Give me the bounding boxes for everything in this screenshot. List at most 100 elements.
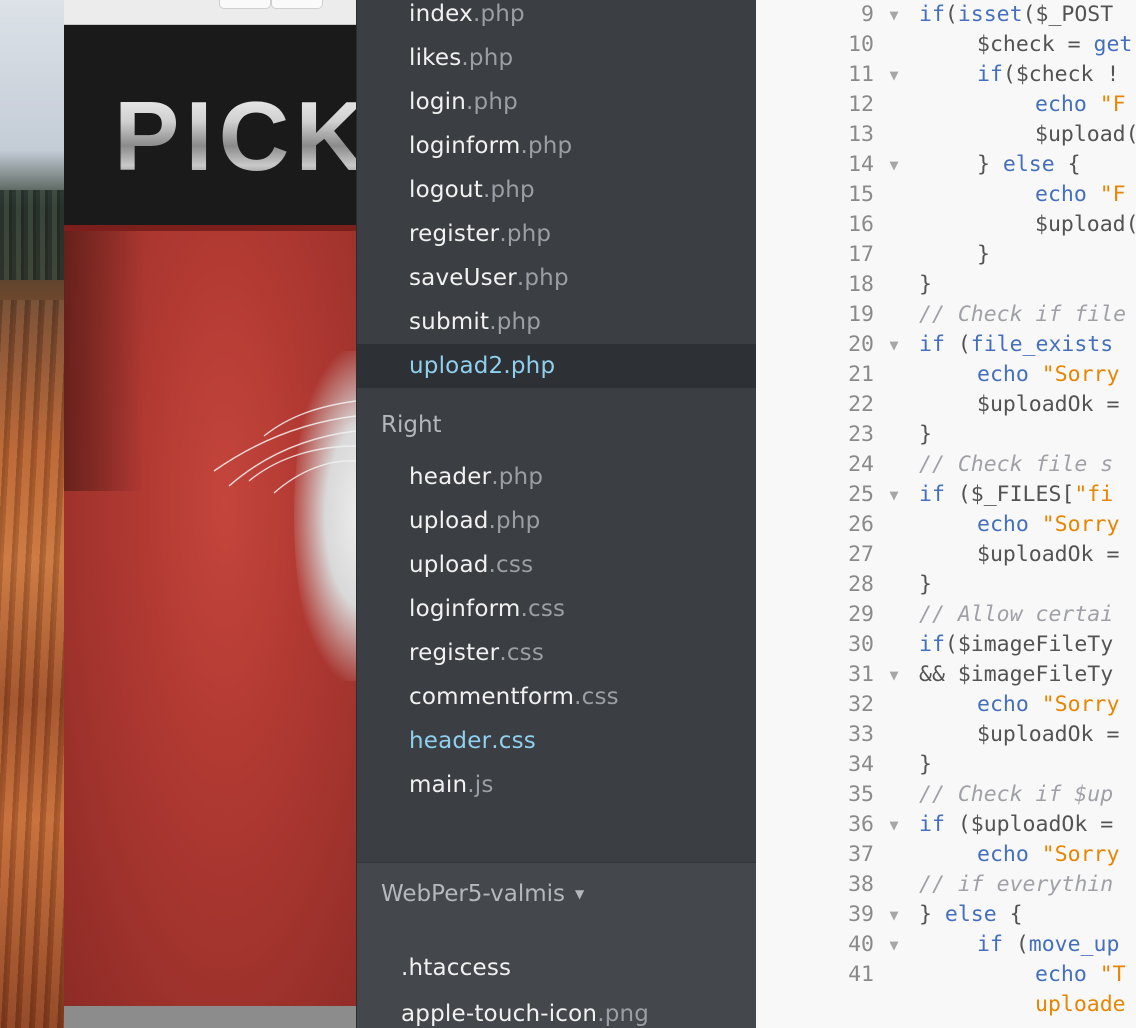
fold-toggle-icon[interactable]: ▼	[884, 330, 904, 360]
code-line[interactable]: 22 $uploadOk =	[756, 390, 1136, 420]
code-line[interactable]: 19 // Check if file	[756, 300, 1136, 330]
code-line[interactable]: 13 $upload(	[756, 120, 1136, 150]
fold-toggle-icon[interactable]: ▼	[884, 930, 904, 960]
code-token: if	[919, 482, 945, 507]
code-line[interactable]: 16 $upload(	[756, 210, 1136, 240]
code-token: $uploadOk	[977, 542, 1094, 567]
code-line[interactable]: 20 ▼ if (file_exists	[756, 330, 1136, 360]
line-number: 20	[848, 332, 874, 357]
line-number: 37	[848, 842, 874, 867]
file-item[interactable]: loginform .css	[357, 587, 757, 631]
file-item[interactable]: commentform .css	[357, 675, 757, 719]
code-line[interactable]: 38 // if everythin	[756, 870, 1136, 900]
code-line[interactable]: 27 $uploadOk =	[756, 540, 1136, 570]
code-line[interactable]: 39 ▼} else {	[756, 900, 1136, 930]
code-line[interactable]: 31 ▼ && $imageFileTy	[756, 660, 1136, 690]
file-item[interactable]: loginform .php	[357, 124, 757, 168]
code-line[interactable]: 21 echo "Sorry	[756, 360, 1136, 390]
code-line[interactable]: 11 ▼ if($check !	[756, 60, 1136, 90]
code-line[interactable]: 37 echo "Sorry	[756, 840, 1136, 870]
code-token: if	[977, 62, 1003, 87]
code-token: }	[977, 152, 1003, 177]
code-token: }	[919, 422, 932, 447]
project-dropdown[interactable]: WebPer5-valmis ▼	[381, 881, 584, 907]
code-text: if (move_up	[977, 930, 1119, 960]
code-line[interactable]: 9 ▼ if(isset($_POST	[756, 0, 1136, 30]
code-line[interactable]: 29 // Allow certai	[756, 600, 1136, 630]
file-item[interactable]: register .css	[357, 631, 757, 675]
code-text: echo "Sorry	[977, 690, 1119, 720]
file-item[interactable]: header .css	[357, 719, 757, 763]
code-text: echo "Sorry	[977, 840, 1119, 870]
fold-toggle-icon[interactable]: ▼	[884, 900, 904, 930]
code-line[interactable]: 24 // Check file s	[756, 450, 1136, 480]
line-number: 31	[848, 662, 874, 687]
code-line[interactable]: 28}	[756, 570, 1136, 600]
file-item[interactable]: index .php	[357, 0, 757, 36]
code-line[interactable]: uploade	[756, 990, 1136, 1020]
fold-toggle-icon[interactable]: ▼	[884, 0, 904, 30]
toolbar-button[interactable]	[271, 0, 323, 9]
code-line[interactable]: 35 // Check if $up	[756, 780, 1136, 810]
file-name: register	[409, 221, 500, 247]
code-text: // if everythin	[919, 870, 1113, 900]
code-line[interactable]: 12 echo "F	[756, 90, 1136, 120]
file-item[interactable]: register .php	[357, 212, 757, 256]
line-number: 36	[848, 812, 874, 837]
file-item[interactable]: .htaccess	[357, 945, 757, 991]
fold-toggle-icon[interactable]: ▼	[884, 480, 904, 510]
file-item[interactable]: saveUser .php	[357, 256, 757, 300]
code-line[interactable]: 14 ▼} else {	[756, 150, 1136, 180]
code-line[interactable]: 26 echo "Sorry	[756, 510, 1136, 540]
toolbar-button[interactable]	[219, 0, 271, 9]
file-item[interactable]: upload2 .php	[357, 344, 757, 388]
file-item[interactable]: main .js	[357, 763, 757, 807]
file-sidebar: index .php likes .php login .php loginform .php…	[356, 0, 757, 1028]
code-line[interactable]: 10 $check = get	[756, 30, 1136, 60]
code-line[interactable]: 18}	[756, 270, 1136, 300]
file-item[interactable]: header .php	[357, 455, 757, 499]
code-editor[interactable]: 9 ▼ if(isset($_POST 10 $check = get 11 ▼ if($ch…	[756, 0, 1136, 1028]
file-item[interactable]: apple-touch-icon .png	[357, 991, 757, 1028]
file-item[interactable]: logout .php	[357, 168, 757, 212]
code-line[interactable]: 17}	[756, 240, 1136, 270]
code-line[interactable]: 34}	[756, 750, 1136, 780]
code-line[interactable]: 40 ▼ if (move_up	[756, 930, 1136, 960]
line-number: 11	[848, 62, 874, 87]
site-logo[interactable]: PICK	[114, 87, 372, 185]
file-item[interactable]: likes .php	[357, 36, 757, 80]
file-name: login	[409, 89, 467, 115]
file-item[interactable]: upload .php	[357, 499, 757, 543]
code-token: $uploadOk	[977, 722, 1094, 747]
code-line[interactable]: 15 echo "F	[756, 180, 1136, 210]
fold-toggle-icon[interactable]: ▼	[884, 810, 904, 840]
working-files-panel: index .php likes .php login .php loginform .php…	[357, 0, 757, 862]
code-line[interactable]: 33 $uploadOk =	[756, 720, 1136, 750]
file-item[interactable]: submit .php	[357, 300, 757, 344]
code-line[interactable]: 32 echo "Sorry	[756, 690, 1136, 720]
file-item[interactable]: upload .css	[357, 543, 757, 587]
browser-window[interactable]: PICK	[64, 0, 366, 1028]
file-name: upload	[409, 508, 489, 534]
code-line[interactable]: 30 if($imageFileTy	[756, 630, 1136, 660]
code-token: }	[919, 752, 932, 777]
fold-toggle-icon[interactable]: ▼	[884, 660, 904, 690]
code-token: // Check file s	[919, 452, 1114, 477]
code-line[interactable]: 23}	[756, 420, 1136, 450]
code-token: echo	[977, 512, 1029, 537]
code-token: echo	[1035, 92, 1087, 117]
fold-toggle-icon[interactable]: ▼	[884, 60, 904, 90]
fold-toggle-icon[interactable]: ▼	[884, 150, 904, 180]
code-line[interactable]: 41 echo "T	[756, 960, 1136, 990]
right-pane-group-title: Right	[381, 412, 442, 438]
code-line[interactable]: 36 ▼ if ($uploadOk =	[756, 810, 1136, 840]
code-token: "Sorry	[1041, 512, 1120, 537]
line-number: 39	[848, 902, 874, 927]
code-token: ($_FILES[	[944, 482, 1075, 507]
line-number: 25	[848, 482, 874, 507]
code-token: else	[944, 902, 997, 927]
file-item[interactable]: login .php	[357, 80, 757, 124]
file-name: likes	[409, 45, 462, 71]
code-line[interactable]: 25 ▼ if ($_FILES["fi	[756, 480, 1136, 510]
file-extension: .php	[499, 221, 552, 247]
